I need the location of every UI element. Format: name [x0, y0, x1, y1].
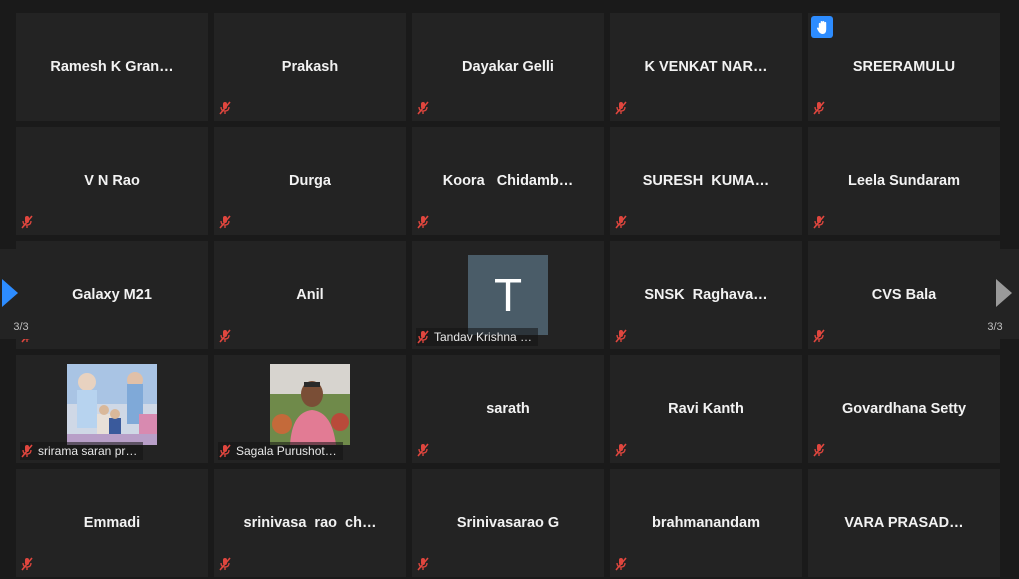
mic-muted-icon	[218, 329, 232, 343]
participant-name: Ramesh K Gran…	[50, 59, 174, 75]
mic-muted-icon	[218, 557, 232, 571]
mic-muted-icon	[416, 443, 430, 457]
participant-tile[interactable]: Govardhana Setty	[808, 355, 1000, 463]
mic-muted-icon	[416, 101, 430, 115]
participant-name: Anil	[296, 287, 324, 303]
mic-muted-icon	[614, 215, 628, 229]
participant-tile[interactable]: brahmanandam	[610, 469, 802, 577]
participant-tile[interactable]: VARA PRASAD…	[808, 469, 1000, 577]
participant-tile[interactable]: SURESH KUMA…	[610, 127, 802, 235]
participant-tile[interactable]: Dayakar Gelli	[412, 13, 604, 121]
previous-page-button[interactable]: 3/3	[0, 249, 45, 339]
participant-tile[interactable]: SNSK Raghava…	[610, 241, 802, 349]
participant-name: Emmadi	[83, 515, 141, 531]
participant-caption: Tandav Krishna …	[416, 328, 539, 346]
page-indicator: 3/3	[13, 321, 29, 333]
participant-name: srirama saran pr…	[38, 444, 138, 458]
mic-muted-icon	[812, 101, 826, 115]
page-indicator: 3/3	[987, 321, 1003, 333]
participant-name: SURESH KUMA…	[642, 173, 770, 189]
mic-muted-icon	[614, 329, 628, 343]
participant-tile[interactable]: Ravi Kanth	[610, 355, 802, 463]
mic-muted-icon	[614, 443, 628, 457]
participant-name: Durga	[289, 173, 331, 189]
participant-name: Sagala Purushot…	[236, 444, 337, 458]
participant-tile[interactable]: SREERAMULU	[808, 13, 1000, 121]
participant-tile[interactable]: Prakash	[214, 13, 406, 121]
participant-name: SREERAMULU	[852, 59, 956, 75]
participant-name: Leela Sundaram	[847, 173, 960, 189]
next-page-button[interactable]: 3/3	[971, 249, 1019, 339]
avatar: T	[468, 255, 548, 335]
participant-name: VARA PRASAD…	[844, 515, 964, 531]
mic-muted-icon	[20, 444, 34, 458]
mic-muted-icon	[416, 330, 430, 344]
participant-name: brahmanandam	[652, 515, 760, 531]
kids-photo	[67, 364, 157, 445]
mic-muted-icon	[20, 557, 34, 571]
participant-name: Prakash	[281, 59, 339, 75]
participant-name: SNSK Raghava…	[644, 287, 768, 303]
arrow-right-icon	[996, 279, 1012, 307]
participant-tile[interactable]: Koora Chidamb…	[412, 127, 604, 235]
participant-name: Govardhana Setty	[841, 401, 967, 417]
participant-name: Koora Chidamb…	[442, 173, 574, 189]
mic-muted-icon	[218, 444, 232, 458]
mic-muted-icon	[812, 215, 826, 229]
participant-name: K VENKAT NAR…	[644, 59, 768, 75]
participant-name: Dayakar Gelli	[462, 59, 554, 75]
participant-name: srinivasa rao ch…	[243, 515, 377, 531]
participant-tile[interactable]: K VENKAT NAR…	[610, 13, 802, 121]
participant-tile[interactable]: srinivasa rao ch…	[214, 469, 406, 577]
participant-tile[interactable]: srirama saran pr…	[16, 355, 208, 463]
participant-caption: Sagala Purushot…	[218, 442, 343, 460]
participant-tile[interactable]: V N Rao	[16, 127, 208, 235]
participant-name: Srinivasarao G	[456, 515, 560, 531]
participant-tile[interactable]: sarath	[412, 355, 604, 463]
mic-muted-icon	[416, 215, 430, 229]
man-photo	[270, 364, 350, 445]
mic-muted-icon	[218, 215, 232, 229]
participant-caption: srirama saran pr…	[20, 442, 144, 460]
participant-tile[interactable]: Srinivasarao G	[412, 469, 604, 577]
arrow-left-icon	[2, 279, 18, 307]
participant-tile[interactable]: Leela Sundaram	[808, 127, 1000, 235]
mic-muted-icon	[218, 101, 232, 115]
participant-tile[interactable]: T Tandav Krishna …	[412, 241, 604, 349]
participant-tile[interactable]: Emmadi	[16, 469, 208, 577]
participant-name: V N Rao	[84, 173, 140, 189]
mic-muted-icon	[20, 215, 34, 229]
participant-tile[interactable]: Sagala Purushot…	[214, 355, 406, 463]
participant-name: Tandav Krishna …	[434, 330, 533, 344]
mic-muted-icon	[416, 557, 430, 571]
mic-muted-icon	[812, 329, 826, 343]
participant-gallery: Ramesh K Gran… Prakash Dayakar Gelli K VENK…	[16, 13, 1000, 579]
participant-name: sarath	[486, 401, 530, 417]
participant-tile[interactable]: Durga	[214, 127, 406, 235]
participant-tile[interactable]: Anil	[214, 241, 406, 349]
mic-muted-icon	[614, 101, 628, 115]
mic-muted-icon	[614, 557, 628, 571]
mic-muted-icon	[812, 443, 826, 457]
participant-name: Ravi Kanth	[668, 401, 744, 417]
participant-tile[interactable]: Ramesh K Gran…	[16, 13, 208, 121]
